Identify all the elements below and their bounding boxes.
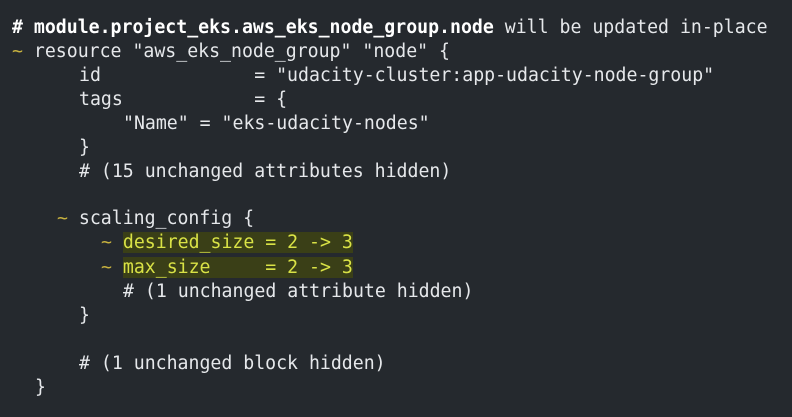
resource-close-line: } [35, 377, 46, 398]
change-marker: ~ [12, 41, 23, 62]
resource-address: module.project_eks.aws_eks_node_group.no… [33, 17, 494, 38]
change-marker: ~ [101, 257, 112, 278]
max-size-line: ~ max_size = 2 -> 3 [101, 256, 353, 280]
desired-size-change: desired_size = 2 -> 3 [122, 232, 353, 253]
tags-open-line: tags = { [79, 89, 288, 110]
hidden-attributes-comment: # (15 unchanged attributes hidden) [79, 161, 452, 182]
tags-close-line: } [79, 137, 90, 158]
desired-size-line: ~ desired_size = 2 -> 3 [101, 231, 353, 255]
change-marker: ~ [57, 208, 68, 229]
hidden-attribute-comment: # (1 unchanged attribute hidden) [123, 281, 474, 302]
id-attribute-line: id = "udacity-cluster:app-udacity-node-g… [79, 65, 715, 86]
tag-name-line: "Name" = "eks-udacity-nodes" [123, 113, 430, 134]
header-prefix: # [12, 17, 34, 38]
plan-header-line: # module.project_eks.aws_eks_node_group.… [12, 16, 768, 40]
change-marker: ~ [101, 232, 112, 253]
resource-open-line: ~ resource "aws_eks_node_group" "node" { [12, 40, 450, 64]
hidden-block-comment: # (1 unchanged block hidden) [79, 353, 386, 374]
header-action: will be updated in-place [493, 17, 768, 38]
scaling-config-open-line: ~ scaling_config { [57, 207, 254, 231]
resource-declaration: resource "aws_eks_node_group" "node" { [22, 41, 450, 62]
scaling-config-close-line: } [79, 305, 90, 326]
scaling-config-label: scaling_config { [67, 208, 255, 229]
terminal-output: # module.project_eks.aws_eks_node_group.… [0, 0, 792, 417]
max-size-change: max_size = 2 -> 3 [122, 257, 353, 278]
